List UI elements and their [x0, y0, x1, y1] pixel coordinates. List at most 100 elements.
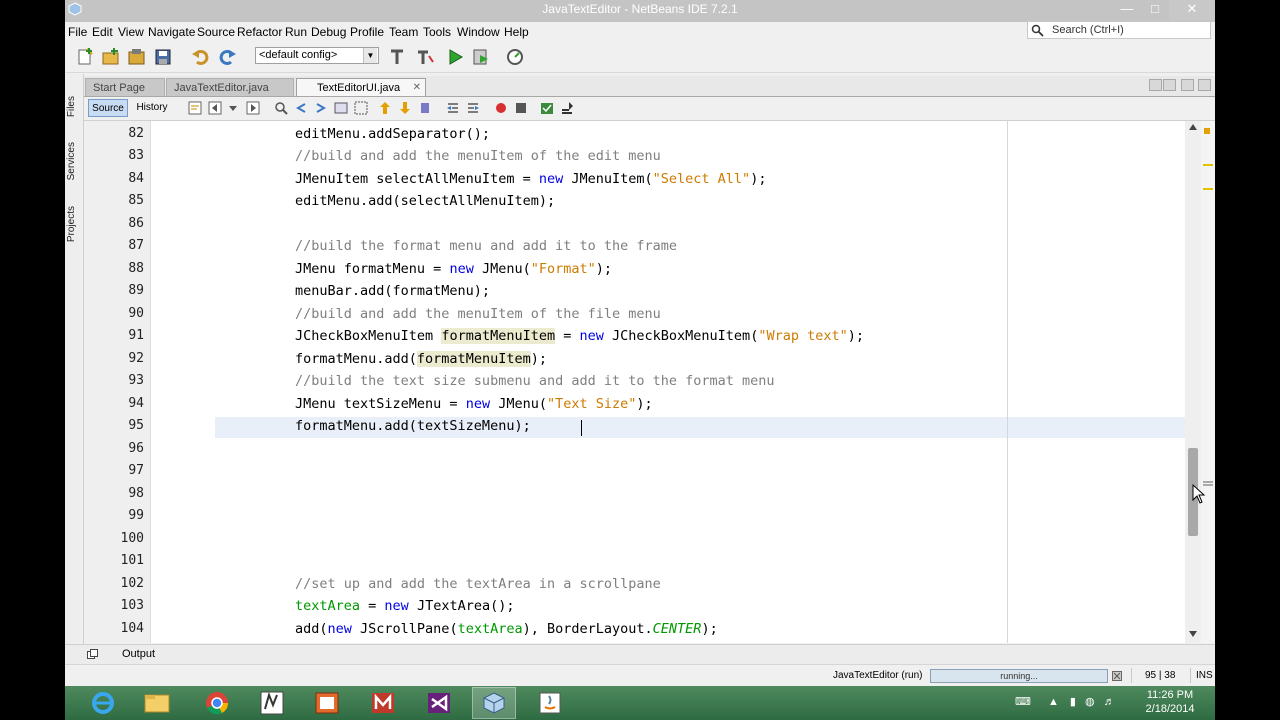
- occurrence-mark[interactable]: [1203, 164, 1213, 166]
- redo-icon[interactable]: [217, 47, 237, 67]
- check-xml-icon[interactable]: [560, 101, 574, 115]
- show-opened-documents-icon[interactable]: [1181, 79, 1194, 91]
- projects-panel-tab[interactable]: Projects: [66, 206, 80, 242]
- line-number: 97: [128, 463, 144, 478]
- close-button[interactable]: ✕: [1169, 0, 1215, 20]
- visual-studio-icon[interactable]: [417, 687, 461, 719]
- stop-macro-icon[interactable]: [514, 101, 528, 115]
- scroll-down-icon[interactable]: [1189, 631, 1197, 637]
- wifi-icon[interactable]: ◍: [1085, 696, 1095, 708]
- search-box[interactable]: Search (Ctrl+I): [1027, 21, 1211, 39]
- source-view-button[interactable]: Source: [88, 99, 128, 117]
- shift-left-icon[interactable]: [446, 101, 460, 115]
- keyboard-icon[interactable]: ⌨: [1015, 696, 1031, 708]
- menu-source[interactable]: Source: [197, 25, 235, 39]
- shift-right-icon[interactable]: [466, 101, 480, 115]
- find-previous-icon[interactable]: [294, 101, 308, 115]
- clock[interactable]: 11:26 PM 2/18/2014: [1140, 688, 1200, 716]
- run-project-icon[interactable]: [445, 47, 465, 67]
- menu-help[interactable]: Help: [504, 25, 529, 39]
- volume-icon[interactable]: ♬: [1104, 696, 1115, 708]
- toggle-highlight-icon[interactable]: [334, 101, 348, 115]
- start-macro-icon[interactable]: [494, 101, 508, 115]
- forward-icon[interactable]: [246, 101, 260, 115]
- caret-position-mark[interactable]: [1203, 481, 1213, 483]
- config-value: <default config>: [259, 49, 338, 61]
- last-edit-icon[interactable]: [188, 101, 202, 115]
- menu-view[interactable]: View: [118, 25, 144, 39]
- close-tab-icon[interactable]: ✕: [413, 79, 421, 97]
- maximize-button[interactable]: □: [1141, 0, 1169, 20]
- minimize-button[interactable]: —: [1113, 0, 1141, 20]
- tab-scroll-right-icon[interactable]: [1163, 79, 1176, 91]
- java-icon[interactable]: [528, 687, 572, 719]
- code-keyword: new: [384, 598, 409, 614]
- toggle-rectangular-selection-icon[interactable]: [354, 101, 368, 115]
- tab-scroll-left-icon[interactable]: [1149, 79, 1162, 91]
- menu-navigate[interactable]: Navigate: [148, 25, 195, 39]
- services-panel-tab[interactable]: Services: [66, 142, 80, 180]
- code-comment: //set up and add the textArea in a scrol…: [295, 576, 661, 592]
- menu-profile[interactable]: Profile: [350, 25, 384, 39]
- window-title: JavaTextEditor - NetBeans IDE 7.2.1: [542, 2, 738, 16]
- find-selection-icon[interactable]: [274, 101, 288, 115]
- code-text: );: [530, 351, 547, 367]
- chevron-down-icon[interactable]: [226, 101, 240, 115]
- line-number: 101: [120, 553, 144, 568]
- network-icon[interactable]: ▮: [1070, 696, 1076, 708]
- menu-run[interactable]: Run: [285, 25, 307, 39]
- vertical-scrollbar[interactable]: [1185, 121, 1201, 643]
- tab-javatexteditor[interactable]: JavaTextEditor.java: [166, 78, 294, 96]
- next-bookmark-icon[interactable]: [398, 101, 412, 115]
- code-text: JCheckBoxMenuItem(: [603, 328, 759, 344]
- occurrence-mark[interactable]: [1203, 188, 1213, 190]
- output-minimized-bar: Output: [65, 644, 1215, 665]
- code-line: editMenu.addSeparator();: [295, 126, 490, 142]
- menu-window[interactable]: Window: [457, 25, 500, 39]
- history-view-button[interactable]: History: [132, 99, 172, 117]
- config-select[interactable]: <default config> ▼: [255, 47, 379, 64]
- code-text: editMenu.add(selectAllMenuItem);: [295, 193, 556, 209]
- code-editor[interactable]: editMenu.addSeparator(); //build and add…: [151, 121, 1185, 643]
- back-icon[interactable]: [208, 101, 222, 115]
- new-file-icon[interactable]: [75, 47, 95, 67]
- cancel-process-icon[interactable]: [1112, 671, 1122, 681]
- chrome-icon[interactable]: [195, 687, 239, 719]
- mail-app-icon[interactable]: [361, 687, 405, 719]
- check-file-icon[interactable]: [540, 101, 554, 115]
- output-tab[interactable]: Output: [122, 648, 155, 660]
- clean-build-icon[interactable]: [387, 47, 407, 67]
- separator: [1131, 668, 1132, 683]
- maximize-window-icon[interactable]: [1198, 79, 1211, 91]
- error-stripe[interactable]: [1201, 121, 1215, 643]
- code-line: add(new JScrollPane(textArea), BorderLay…: [295, 621, 718, 637]
- script-editor-icon[interactable]: [250, 687, 294, 719]
- internet-explorer-icon[interactable]: [81, 687, 125, 719]
- menu-edit[interactable]: Edit: [92, 25, 113, 39]
- netbeans-taskbar-button[interactable]: [472, 687, 516, 719]
- tab-start-page[interactable]: Start Page: [85, 78, 165, 96]
- files-panel-tab[interactable]: Files: [66, 96, 80, 117]
- profile-project-icon[interactable]: [505, 47, 525, 67]
- menu-debug[interactable]: Debug: [311, 25, 346, 39]
- new-project-icon[interactable]: [101, 47, 121, 67]
- save-all-icon[interactable]: [153, 47, 173, 67]
- build-project-icon[interactable]: [415, 47, 435, 67]
- menu-tools[interactable]: Tools: [423, 25, 451, 39]
- code-text: JCheckBoxMenuItem: [295, 328, 442, 344]
- debug-project-icon[interactable]: [471, 47, 491, 67]
- screen-capture-icon[interactable]: [305, 687, 349, 719]
- menu-refactor[interactable]: Refactor: [237, 25, 282, 39]
- show-hidden-icons-icon[interactable]: ▲: [1048, 696, 1059, 708]
- toggle-bookmark-icon[interactable]: [418, 101, 432, 115]
- menu-team[interactable]: Team: [389, 25, 418, 39]
- clock-time: 11:26 PM: [1146, 689, 1194, 701]
- open-project-icon[interactable]: [127, 47, 147, 67]
- file-explorer-icon[interactable]: [135, 687, 179, 719]
- find-next-icon[interactable]: [314, 101, 328, 115]
- menu-file[interactable]: File: [68, 25, 87, 39]
- undo-icon[interactable]: [191, 47, 211, 67]
- scroll-up-icon[interactable]: [1189, 124, 1197, 130]
- tab-texteditorui[interactable]: TextEditorUI.java ✕: [296, 78, 426, 96]
- previous-bookmark-icon[interactable]: [378, 101, 392, 115]
